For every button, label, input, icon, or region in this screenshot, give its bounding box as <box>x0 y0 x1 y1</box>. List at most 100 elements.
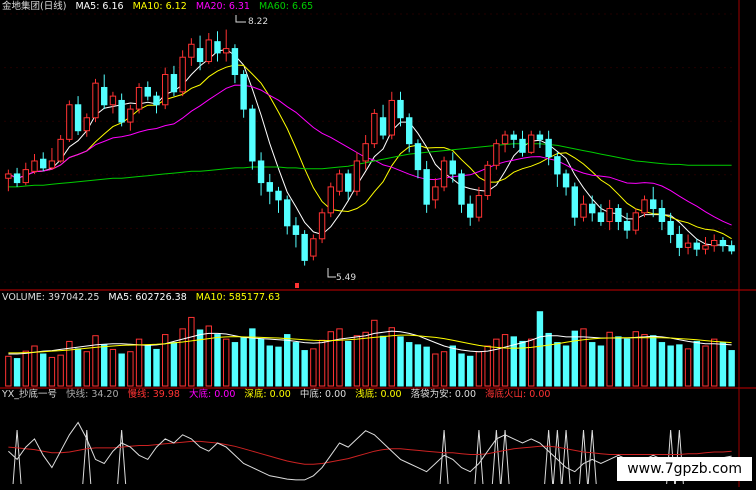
bottom-signal-spike <box>561 429 571 485</box>
big-bottom-label: 大底: 0.00 <box>189 389 236 400</box>
candle-body <box>528 134 535 153</box>
volume-bar <box>118 353 125 387</box>
volume-bar <box>74 348 82 387</box>
indicator-title: YX_抄底一号 <box>2 389 58 400</box>
candle-body <box>327 186 334 214</box>
candle-body <box>449 160 456 175</box>
volume-bar <box>545 332 552 387</box>
volume-bar <box>632 331 639 387</box>
volume-bar <box>475 351 483 387</box>
slow-line-label: 慢线: 39.98 <box>127 389 180 400</box>
volume-bar <box>406 342 413 387</box>
volume-bar <box>711 338 718 387</box>
volume-bar <box>449 345 456 387</box>
volume-value: VOLUME: 397042.25 <box>2 292 100 303</box>
candle-body <box>371 112 378 145</box>
moving-average-lines <box>8 48 732 247</box>
volume-bar <box>667 345 674 387</box>
low-marker <box>327 268 336 278</box>
volume-bar <box>562 345 570 387</box>
candle-body <box>388 99 395 136</box>
candle-body <box>66 104 73 140</box>
volume-bar <box>623 338 631 387</box>
ma5-label: MA5: 6.16 <box>75 1 124 12</box>
candle-body <box>22 169 29 184</box>
candle-body <box>336 173 343 192</box>
candle-body <box>641 199 648 214</box>
volume-bar <box>310 348 317 387</box>
kline-chart-window[interactable]: 8.22 5.49 金地集团(日线) MA5: 6.16 MA10: 6.12 … <box>0 0 756 487</box>
candle-body <box>249 108 256 162</box>
volume-bar <box>275 346 282 387</box>
volume-bar <box>362 331 369 387</box>
candle-body <box>632 212 639 231</box>
volume-bar <box>719 342 727 387</box>
volume-bar <box>170 342 178 387</box>
volume-bar <box>214 334 221 387</box>
volume-bar <box>13 358 21 387</box>
candle-body <box>345 173 352 192</box>
candle-body <box>188 43 195 58</box>
candle-body <box>562 173 570 188</box>
volume-bar <box>240 336 247 387</box>
volume-bar <box>379 335 387 387</box>
take-profit-label: 落袋为安: 0.00 <box>410 389 476 400</box>
candle-body <box>440 160 448 188</box>
volume-bar <box>440 351 448 387</box>
shallow-bottom-label: 浅底: 0.00 <box>355 389 402 400</box>
candle-body <box>684 242 692 248</box>
volume-bar <box>188 316 195 387</box>
volume-bar <box>196 329 204 387</box>
volume-ma10-label: MA10: 585177.63 <box>195 292 281 303</box>
volume-bar <box>40 353 47 387</box>
candle-body <box>5 173 12 179</box>
volume-bar <box>676 344 683 387</box>
candle-body <box>406 117 413 145</box>
candle-body <box>580 203 587 218</box>
candle-body <box>118 99 125 123</box>
candle-body <box>275 190 282 201</box>
site-watermark: www.7gpzb.com <box>617 457 752 481</box>
candle-body <box>432 186 439 201</box>
candle-body <box>57 138 64 162</box>
volume-bar <box>109 348 117 387</box>
volume-bar <box>135 338 143 387</box>
candle-body <box>362 143 369 162</box>
volume-bar-series <box>5 311 735 387</box>
candle-body <box>536 134 544 140</box>
volume-bar <box>127 351 134 387</box>
ma10-label: MA10: 6.12 <box>132 1 187 12</box>
high-price-label: 8.22 <box>248 17 268 27</box>
candle-body <box>519 138 526 153</box>
candle-body <box>257 160 265 184</box>
candle-body <box>196 48 204 63</box>
volume-bar <box>571 330 578 387</box>
ma60-line <box>8 143 732 188</box>
candle-body <box>318 212 326 240</box>
volume-bar <box>48 356 56 387</box>
candle-body <box>667 220 674 235</box>
chart-canvas[interactable]: 8.22 5.49 <box>0 0 756 487</box>
candle-body <box>292 225 300 235</box>
bottom-signal-spike <box>544 429 554 485</box>
fast-line-label: 快线: 34.20 <box>66 389 119 400</box>
volume-bar <box>153 348 160 387</box>
volume-bar <box>641 334 648 387</box>
candle-body <box>475 195 483 218</box>
volume-bar <box>205 325 212 387</box>
bottom-signal-spike <box>117 429 127 485</box>
volume-bar <box>162 334 169 387</box>
volume-bar <box>353 335 361 387</box>
candle-body <box>266 182 273 192</box>
volume-ma5-line <box>8 330 732 355</box>
volume-bar <box>432 353 439 387</box>
candle-body <box>240 74 247 110</box>
cursor-marker[interactable] <box>295 283 299 288</box>
volume-bar <box>693 340 700 387</box>
volume-bar <box>266 345 273 387</box>
ma10-line <box>8 64 732 240</box>
volume-bar <box>493 338 500 387</box>
candle-body <box>658 208 666 222</box>
candle-body <box>83 117 90 132</box>
candle-body <box>615 208 622 222</box>
